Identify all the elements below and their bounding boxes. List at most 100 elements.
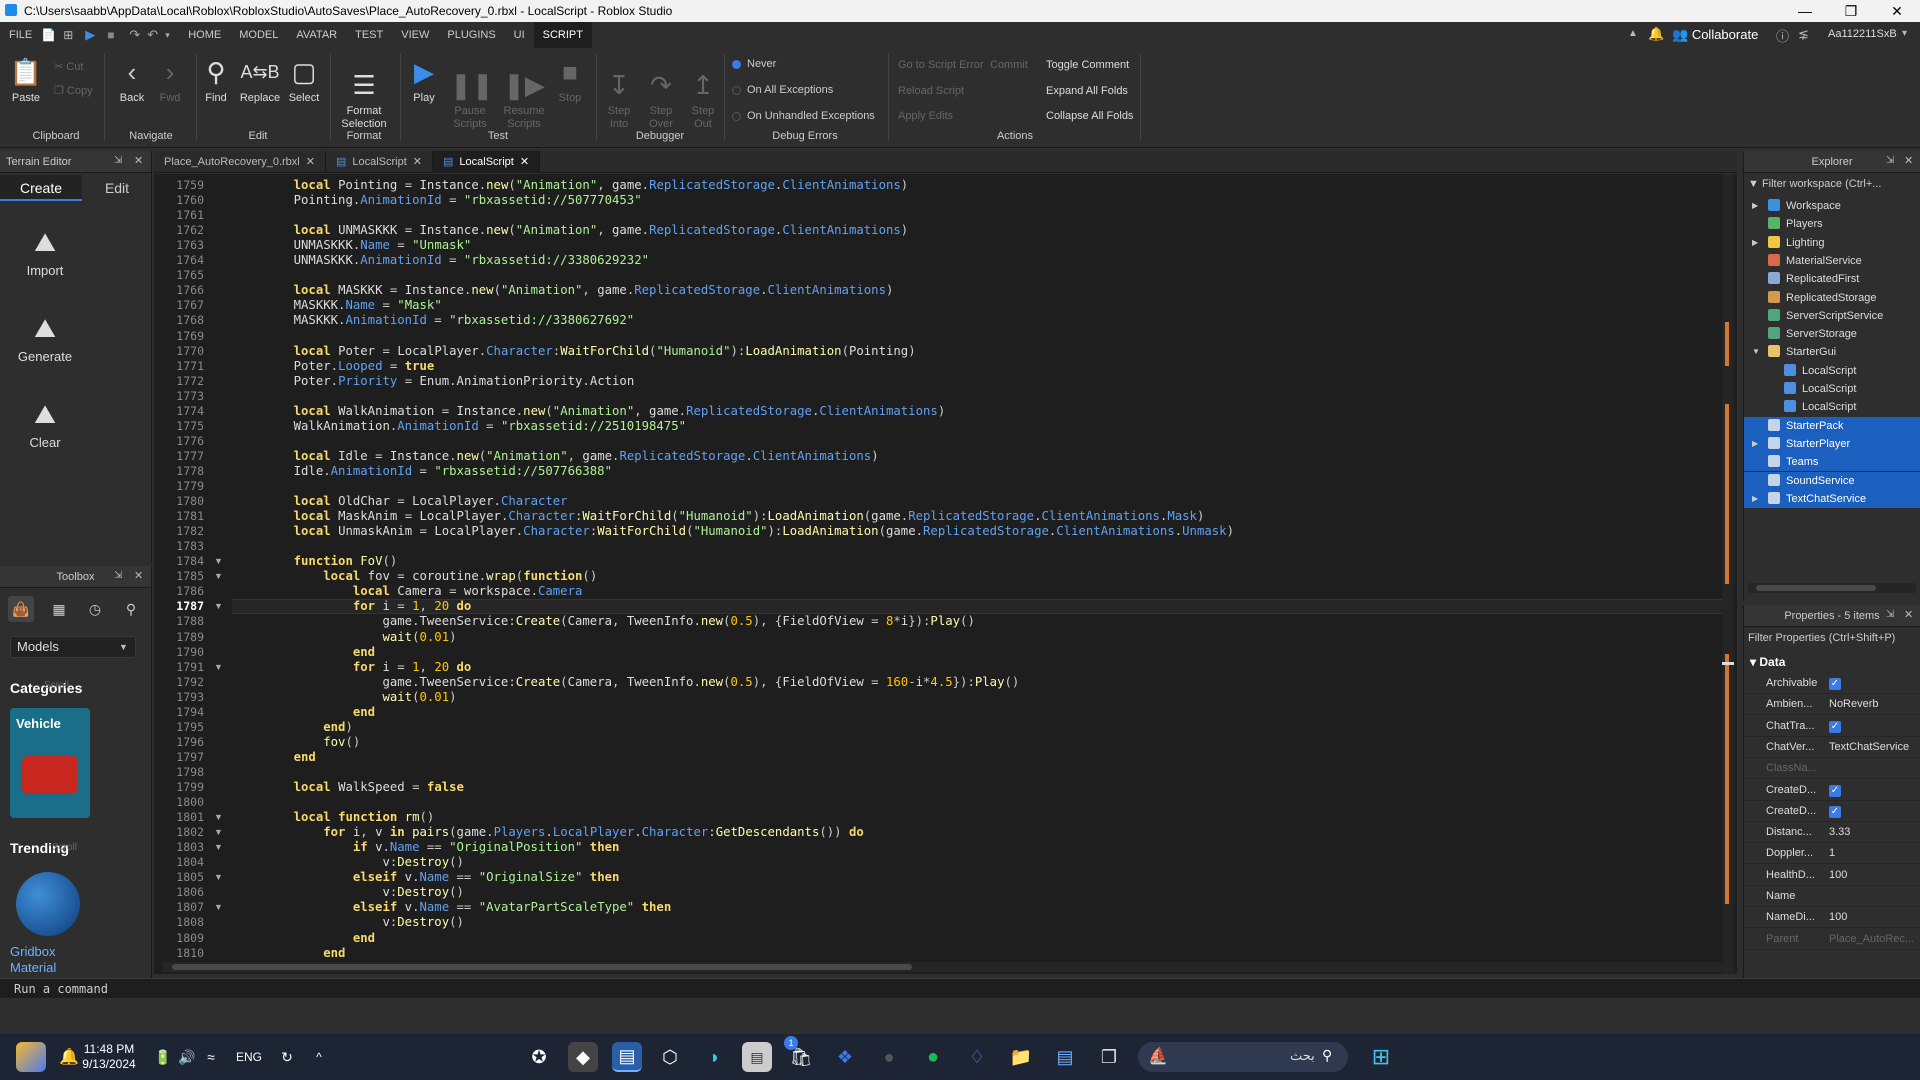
select-button[interactable]: ▢ Select xyxy=(286,56,322,105)
code-line[interactable]: local Pointing = Instance.new("Animation… xyxy=(264,178,909,193)
explorer-item[interactable]: ▶ Workspace xyxy=(1744,197,1920,215)
close-tab-icon[interactable]: ✕ xyxy=(520,151,529,173)
checkbox-checked-icon[interactable]: ✓ xyxy=(1829,720,1841,733)
explorer-item[interactable]: LocalScript xyxy=(1744,380,1920,398)
property-row[interactable]: Parent Place_AutoRec... xyxy=(1744,929,1920,950)
import-tool[interactable]: ⛰ Import xyxy=(0,227,90,278)
generate-tool[interactable]: ⛰ Generate xyxy=(0,313,90,364)
property-value[interactable]: ✓ xyxy=(1829,780,1919,801)
cut-button[interactable]: ✂ Cut xyxy=(54,60,83,73)
code-line[interactable]: elseif v.Name == "AvatarPartScaleType" t… xyxy=(264,900,671,915)
maximize-icon[interactable]: ❐ xyxy=(1828,0,1874,22)
gridbox-material-link[interactable]: Gridbox Material xyxy=(10,944,56,976)
code-line[interactable]: local WalkSpeed = false xyxy=(264,780,464,795)
quick-access-dropdown-icon[interactable]: ▾ xyxy=(165,30,179,41)
fold-arrow-icon[interactable]: ▼ xyxy=(214,842,223,852)
explorer-item[interactable]: ServerStorage xyxy=(1744,325,1920,343)
dock-icon[interactable]: ⇲ xyxy=(1886,155,1894,166)
app-notes-icon[interactable]: ▤ xyxy=(1050,1042,1080,1072)
radio-on-unhandled[interactable]: On Unhandled Exceptions xyxy=(732,110,875,122)
code-line[interactable]: game.TweenService:Create(Camera, TweenIn… xyxy=(264,614,974,629)
pause-scripts-button[interactable]: ❚❚ Pause Scripts xyxy=(450,56,494,131)
help-icon[interactable]: ⓘ xyxy=(1776,26,1789,45)
code-line[interactable]: wait(0.01) xyxy=(264,690,456,705)
explorer-item[interactable]: ▼ StarterGui xyxy=(1744,343,1920,361)
code-line[interactable]: wait(0.01) xyxy=(264,630,456,645)
resume-scripts-button[interactable]: ❚▶ Resume Scripts xyxy=(500,56,548,131)
user-name[interactable]: Aa112211SxB xyxy=(1828,28,1897,40)
menu-view[interactable]: VIEW xyxy=(392,22,438,48)
code-line[interactable]: game.TweenService:Create(Camera, TweenIn… xyxy=(264,675,1019,690)
commit-button[interactable]: Commit xyxy=(990,59,1028,71)
code-line[interactable]: v:Destroy() xyxy=(264,885,463,900)
undo-icon[interactable]: ↶ xyxy=(147,27,165,43)
property-row[interactable]: CreateD... ✓ xyxy=(1744,801,1920,822)
code-line[interactable]: Idle.AnimationId = "rbxassetid://5077663… xyxy=(264,464,612,479)
tab-edit[interactable]: Edit xyxy=(82,175,152,201)
property-row[interactable]: Name xyxy=(1744,886,1920,907)
stop-small-icon[interactable]: ■ xyxy=(107,28,129,42)
explorer-item[interactable]: SoundService xyxy=(1744,471,1920,490)
menu-avatar[interactable]: AVATAR xyxy=(287,22,346,48)
reload-script-button[interactable]: Reload Script xyxy=(898,85,964,97)
property-value[interactable]: ✓ xyxy=(1829,716,1919,737)
explorer-item[interactable]: ▶ TextChatService xyxy=(1744,489,1920,508)
code-line[interactable]: if v.Name == "OriginalPosition" then xyxy=(264,840,620,855)
app-file-explorer-icon[interactable]: 📁 xyxy=(1006,1042,1036,1072)
close-tab-icon[interactable]: ✕ xyxy=(306,151,315,173)
code-line[interactable]: fov() xyxy=(264,735,360,750)
property-value[interactable]: Place_AutoRec... xyxy=(1829,929,1919,950)
explorer-item[interactable]: ServerScriptService xyxy=(1744,307,1920,325)
stop-button[interactable]: ■ Stop xyxy=(554,56,586,105)
app-roblox-icon[interactable]: ◆ xyxy=(568,1042,598,1072)
clear-tool[interactable]: ⛰ Clear xyxy=(0,399,90,450)
explorer-item[interactable]: LocalScript xyxy=(1744,362,1920,380)
fold-arrow-icon[interactable]: ▼ xyxy=(214,571,223,581)
close-panel-icon[interactable]: ✕ xyxy=(1904,608,1913,621)
grid-icon[interactable]: ▦ xyxy=(46,596,72,622)
sync-icon[interactable]: ↻ xyxy=(272,1042,302,1072)
scroll-thumb[interactable] xyxy=(1722,662,1734,665)
app-store-icon[interactable]: 🛍 1 xyxy=(784,1036,816,1072)
explorer-item[interactable]: ▶ StarterPlayer xyxy=(1744,434,1920,453)
code-line[interactable]: MASKKK.Name = "Mask" xyxy=(264,298,442,313)
notification-bell-icon[interactable]: 🔔 xyxy=(1648,26,1664,42)
explorer-item[interactable]: ReplicatedStorage xyxy=(1744,289,1920,307)
property-row[interactable]: Ambien... NoReverb xyxy=(1744,694,1920,716)
explorer-item[interactable]: MaterialService xyxy=(1744,252,1920,270)
redo-icon[interactable]: ↷ xyxy=(129,27,147,43)
toggle-comment-button[interactable]: Toggle Comment xyxy=(1046,59,1129,71)
code-line[interactable]: WalkAnimation.AnimationId = "rbxassetid:… xyxy=(264,419,686,434)
property-row[interactable]: ChatVer... TextChatService xyxy=(1744,737,1920,758)
gridbox-material-thumbnail[interactable] xyxy=(16,872,80,936)
collapse-all-folds-button[interactable]: Collapse All Folds xyxy=(1046,110,1133,122)
paste-button[interactable]: 📋 Paste xyxy=(6,56,46,105)
collaborate-button[interactable]: 👥 Collaborate xyxy=(1672,27,1758,43)
fold-arrow-icon[interactable]: ▼ xyxy=(214,827,223,837)
property-row[interactable]: Archivable ✓ xyxy=(1744,673,1920,694)
explorer-filter-input[interactable]: ▼ Filter workspace (Ctrl+... xyxy=(1748,175,1918,193)
clock[interactable]: 11:48 PM 9/13/2024 xyxy=(82,1042,136,1072)
property-row[interactable]: Doppler... 1 xyxy=(1744,843,1920,865)
menu-plugins[interactable]: PLUGINS xyxy=(438,22,504,48)
property-row[interactable]: ClassNa... xyxy=(1744,758,1920,780)
close-tab-icon[interactable]: ✕ xyxy=(413,151,422,173)
apply-edits-button[interactable]: Apply Edits xyxy=(898,110,953,122)
back-button[interactable]: ‹ Back xyxy=(114,56,150,105)
fold-arrow-icon[interactable]: ▼ xyxy=(214,812,223,822)
explorer-hscroll-thumb[interactable] xyxy=(1756,585,1876,591)
tab-place-file[interactable]: Place_AutoRecovery_0.rbxl ✕ xyxy=(154,151,326,173)
code-line[interactable]: Poter.Priority = Enum.AnimationPriority.… xyxy=(264,374,635,389)
fold-arrow-icon[interactable]: ▼ xyxy=(214,662,223,672)
code-line[interactable]: v:Destroy() xyxy=(264,915,463,930)
go-to-script-error-button[interactable]: Go to Script Error xyxy=(898,59,984,71)
play-button[interactable]: ▶ Play xyxy=(406,56,442,105)
code-line[interactable]: end xyxy=(264,750,316,765)
copy-button[interactable]: ❐ Copy xyxy=(54,84,93,97)
horizontal-scrollbar[interactable] xyxy=(162,962,1722,972)
explorer-item[interactable]: ▶ Lighting xyxy=(1744,234,1920,252)
collapse-ribbon-icon[interactable]: ▲ xyxy=(1628,28,1638,39)
app-roblox-studio-icon[interactable]: ▤ xyxy=(612,1042,642,1072)
find-button[interactable]: ⚲ Find xyxy=(200,56,232,105)
step-out-button[interactable]: ↥ Step Out xyxy=(686,56,720,131)
